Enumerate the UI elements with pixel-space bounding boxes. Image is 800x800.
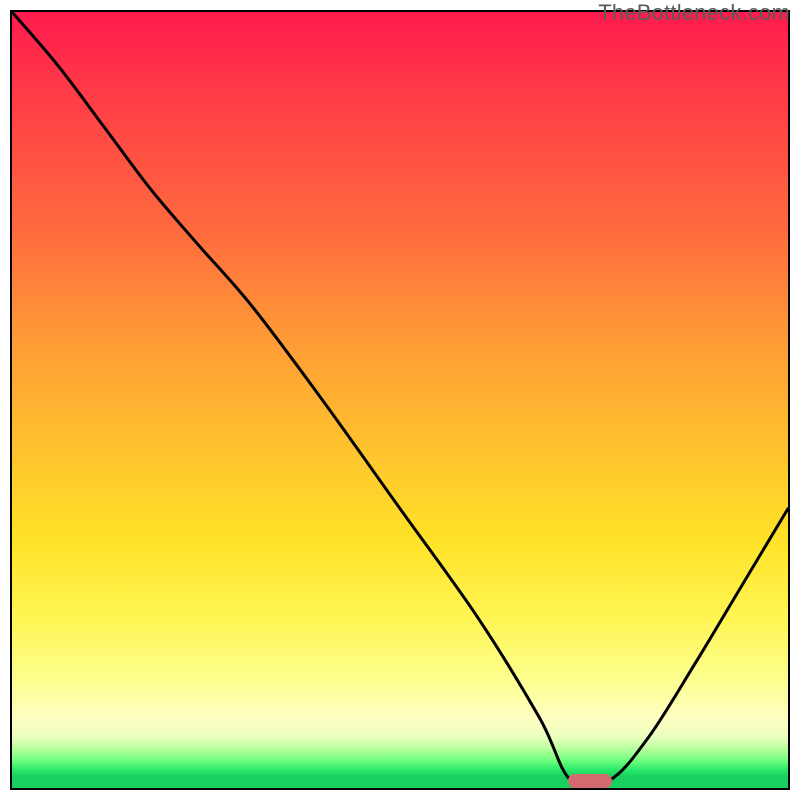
- bottleneck-curve: [12, 12, 788, 788]
- optimum-marker: [568, 774, 612, 788]
- chart-frame: [10, 10, 790, 790]
- watermark-text: TheBottleneck.com: [598, 0, 790, 26]
